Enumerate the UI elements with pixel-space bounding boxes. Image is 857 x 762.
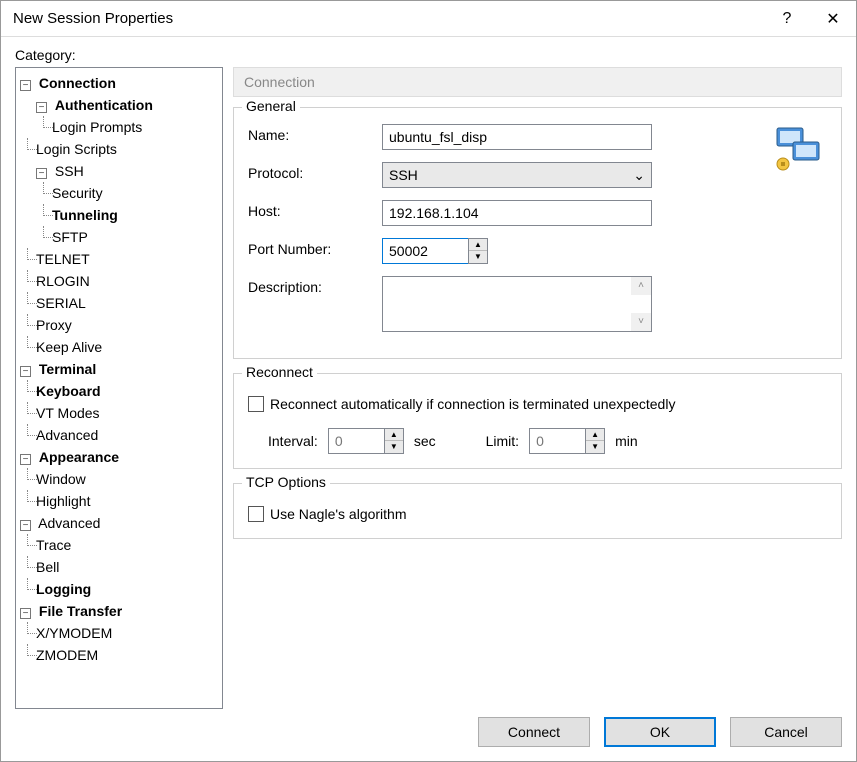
name-label: Name: xyxy=(248,124,382,143)
tree-item-tunneling[interactable]: Tunneling xyxy=(52,207,118,223)
scroll-up-icon[interactable]: ˄ xyxy=(631,277,651,295)
help-button[interactable]: ? xyxy=(764,1,810,37)
tree-item-bell[interactable]: Bell xyxy=(36,559,59,575)
category-label: Category: xyxy=(15,47,842,63)
cancel-button[interactable]: Cancel xyxy=(730,717,842,747)
settings-panel: Connection General Name: Protocol: SSH ⌄ xyxy=(233,67,842,709)
host-input[interactable] xyxy=(382,200,652,226)
spinner-up-icon[interactable]: ▲ xyxy=(469,239,487,251)
tree-item-file-transfer[interactable]: File Transfer xyxy=(39,603,122,619)
tree-toggle-icon[interactable]: − xyxy=(20,80,31,91)
limit-label: Limit: xyxy=(486,433,519,449)
category-tree-panel: − Connection − Authentication Login Prom… xyxy=(15,67,223,709)
port-label: Port Number: xyxy=(248,238,382,257)
tree-toggle-icon[interactable]: − xyxy=(20,520,31,531)
interval-label: Interval: xyxy=(268,433,318,449)
tree-toggle-icon[interactable]: − xyxy=(36,102,47,113)
close-button[interactable]: ✕ xyxy=(810,1,856,37)
interval-unit: sec xyxy=(414,433,436,449)
reconnect-checkbox[interactable] xyxy=(248,396,264,412)
host-label: Host: xyxy=(248,200,382,219)
limit-unit: min xyxy=(615,433,638,449)
tree-toggle-icon[interactable]: − xyxy=(36,168,47,179)
tree-item-xymodem[interactable]: X/YMODEM xyxy=(36,625,112,641)
tcp-title: TCP Options xyxy=(242,474,330,490)
name-input[interactable] xyxy=(382,124,652,150)
tree-item-advanced[interactable]: Advanced xyxy=(36,427,98,443)
tree-item-telnet[interactable]: TELNET xyxy=(36,251,90,267)
tree-item-authentication[interactable]: Authentication xyxy=(55,97,153,113)
tree-item-rlogin[interactable]: RLOGIN xyxy=(36,273,90,289)
spinner-down-icon[interactable]: ▼ xyxy=(469,251,487,263)
tree-item-vt-modes[interactable]: VT Modes xyxy=(36,405,100,421)
dialog-body: Category: − Connection − Authentication xyxy=(1,37,856,761)
computers-icon xyxy=(771,124,827,175)
protocol-label: Protocol: xyxy=(248,162,382,181)
protocol-select[interactable]: SSH ⌄ xyxy=(382,162,652,188)
tree-item-serial[interactable]: SERIAL xyxy=(36,295,86,311)
port-spinner[interactable]: ▲ ▼ xyxy=(382,238,488,264)
protocol-value: SSH xyxy=(389,167,418,183)
tree-item-connection[interactable]: Connection xyxy=(39,75,116,91)
chevron-down-icon: ⌄ xyxy=(633,167,645,184)
tree-item-terminal[interactable]: Terminal xyxy=(39,361,96,377)
main-area: − Connection − Authentication Login Prom… xyxy=(15,67,842,709)
description-label: Description: xyxy=(248,276,382,295)
tree-item-proxy[interactable]: Proxy xyxy=(36,317,72,333)
spinner-down-icon[interactable]: ▼ xyxy=(385,441,403,453)
tree-item-keep-alive[interactable]: Keep Alive xyxy=(36,339,102,355)
category-tree: − Connection − Authentication Login Prom… xyxy=(18,72,220,666)
tcp-group: TCP Options Use Nagle's algorithm xyxy=(233,483,842,539)
general-group: General Name: Protocol: SSH ⌄ xyxy=(233,107,842,359)
reconnect-checkbox-label: Reconnect automatically if connection is… xyxy=(270,396,675,412)
spinner-up-icon[interactable]: ▲ xyxy=(385,429,403,441)
interval-input[interactable] xyxy=(328,428,384,454)
tree-item-ssh[interactable]: SSH xyxy=(55,163,84,179)
reconnect-group: Reconnect Reconnect automatically if con… xyxy=(233,373,842,469)
spinner-up-icon[interactable]: ▲ xyxy=(586,429,604,441)
window-title: New Session Properties xyxy=(13,10,764,27)
interval-spinner[interactable]: ▲ ▼ xyxy=(328,428,404,454)
titlebar: New Session Properties ? ✕ xyxy=(1,1,856,37)
limit-input[interactable] xyxy=(529,428,585,454)
description-textarea[interactable]: ˄ ˅ xyxy=(382,276,652,332)
limit-spinner[interactable]: ▲ ▼ xyxy=(529,428,605,454)
tree-toggle-icon[interactable]: − xyxy=(20,608,31,619)
connect-button[interactable]: Connect xyxy=(478,717,590,747)
tree-toggle-icon[interactable]: − xyxy=(20,366,31,377)
scroll-down-icon[interactable]: ˅ xyxy=(631,313,651,331)
tree-item-highlight[interactable]: Highlight xyxy=(36,493,90,509)
general-title: General xyxy=(242,98,300,114)
nagle-checkbox[interactable] xyxy=(248,506,264,522)
tree-item-login-scripts[interactable]: Login Scripts xyxy=(36,141,117,157)
tree-item-appearance[interactable]: Appearance xyxy=(39,449,119,465)
section-header: Connection xyxy=(233,67,842,97)
ok-button[interactable]: OK xyxy=(604,717,716,747)
dialog-window: New Session Properties ? ✕ Category: − C… xyxy=(0,0,857,762)
tree-toggle-icon[interactable]: − xyxy=(20,454,31,465)
tree-item-logging[interactable]: Logging xyxy=(36,581,91,597)
tree-item-zmodem[interactable]: ZMODEM xyxy=(36,647,98,663)
tree-item-keyboard[interactable]: Keyboard xyxy=(36,383,101,399)
tree-item-login-prompts[interactable]: Login Prompts xyxy=(52,119,142,135)
tree-item-trace[interactable]: Trace xyxy=(36,537,71,553)
nagle-label: Use Nagle's algorithm xyxy=(270,506,407,522)
port-input[interactable] xyxy=(382,238,468,264)
tree-item-window[interactable]: Window xyxy=(36,471,86,487)
tree-item-security[interactable]: Security xyxy=(52,185,103,201)
tree-item-sftp[interactable]: SFTP xyxy=(52,229,88,245)
tree-item-advanced-root[interactable]: Advanced xyxy=(38,515,100,531)
reconnect-title: Reconnect xyxy=(242,364,317,380)
dialog-buttons: Connect OK Cancel xyxy=(15,717,842,747)
spinner-down-icon[interactable]: ▼ xyxy=(586,441,604,453)
